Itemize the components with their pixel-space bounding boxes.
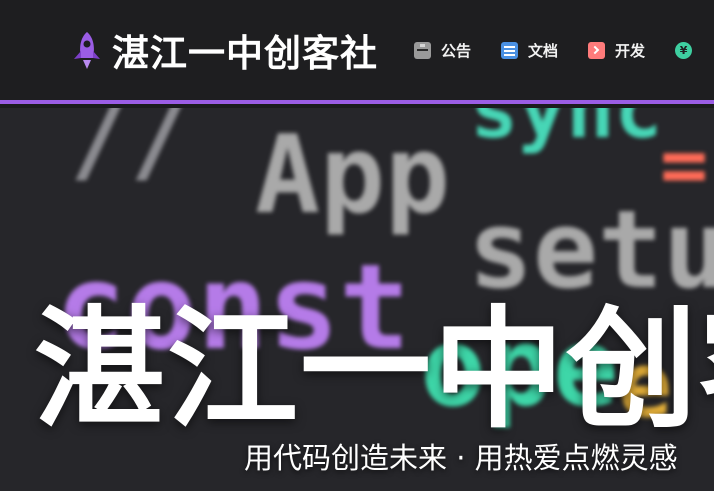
- nav-item-label: 公告: [441, 41, 472, 60]
- nav-item-dev[interactable]: 开发: [588, 40, 645, 61]
- nav-item-label: 开发: [615, 41, 646, 60]
- rocket-icon: [74, 32, 100, 69]
- code-fragment: sync: [470, 108, 663, 156]
- nav-item-announcements[interactable]: 公告: [414, 40, 471, 61]
- yen-icon: ¥: [675, 41, 693, 59]
- top-navbar: 湛江一中创客社 公告 文档 开发 ¥: [0, 0, 714, 104]
- brand[interactable]: 湛江一中创客社: [70, 23, 378, 77]
- hero-subtitle: 用代码创造未来 · 用热爱点燃灵感: [244, 441, 678, 475]
- code-fragment: //: [70, 108, 191, 195]
- document-icon: [501, 41, 519, 59]
- hero-title: 湛江一中创客社: [34, 293, 714, 446]
- announcement-icon: [414, 41, 431, 59]
- main-nav: 公告 文档 开发 ¥: [414, 40, 714, 61]
- nav-item-sponsor[interactable]: ¥: [675, 41, 702, 59]
- brand-title: 湛江一中创客社: [112, 32, 378, 75]
- nav-item-docs[interactable]: 文档: [501, 40, 558, 61]
- code-fragment: App: [255, 113, 451, 238]
- terminal-icon: [588, 41, 606, 59]
- hero-banner: // sync = App setup const ope e 湛江一中创客社 …: [0, 108, 714, 491]
- nav-item-label: 文档: [528, 41, 559, 60]
